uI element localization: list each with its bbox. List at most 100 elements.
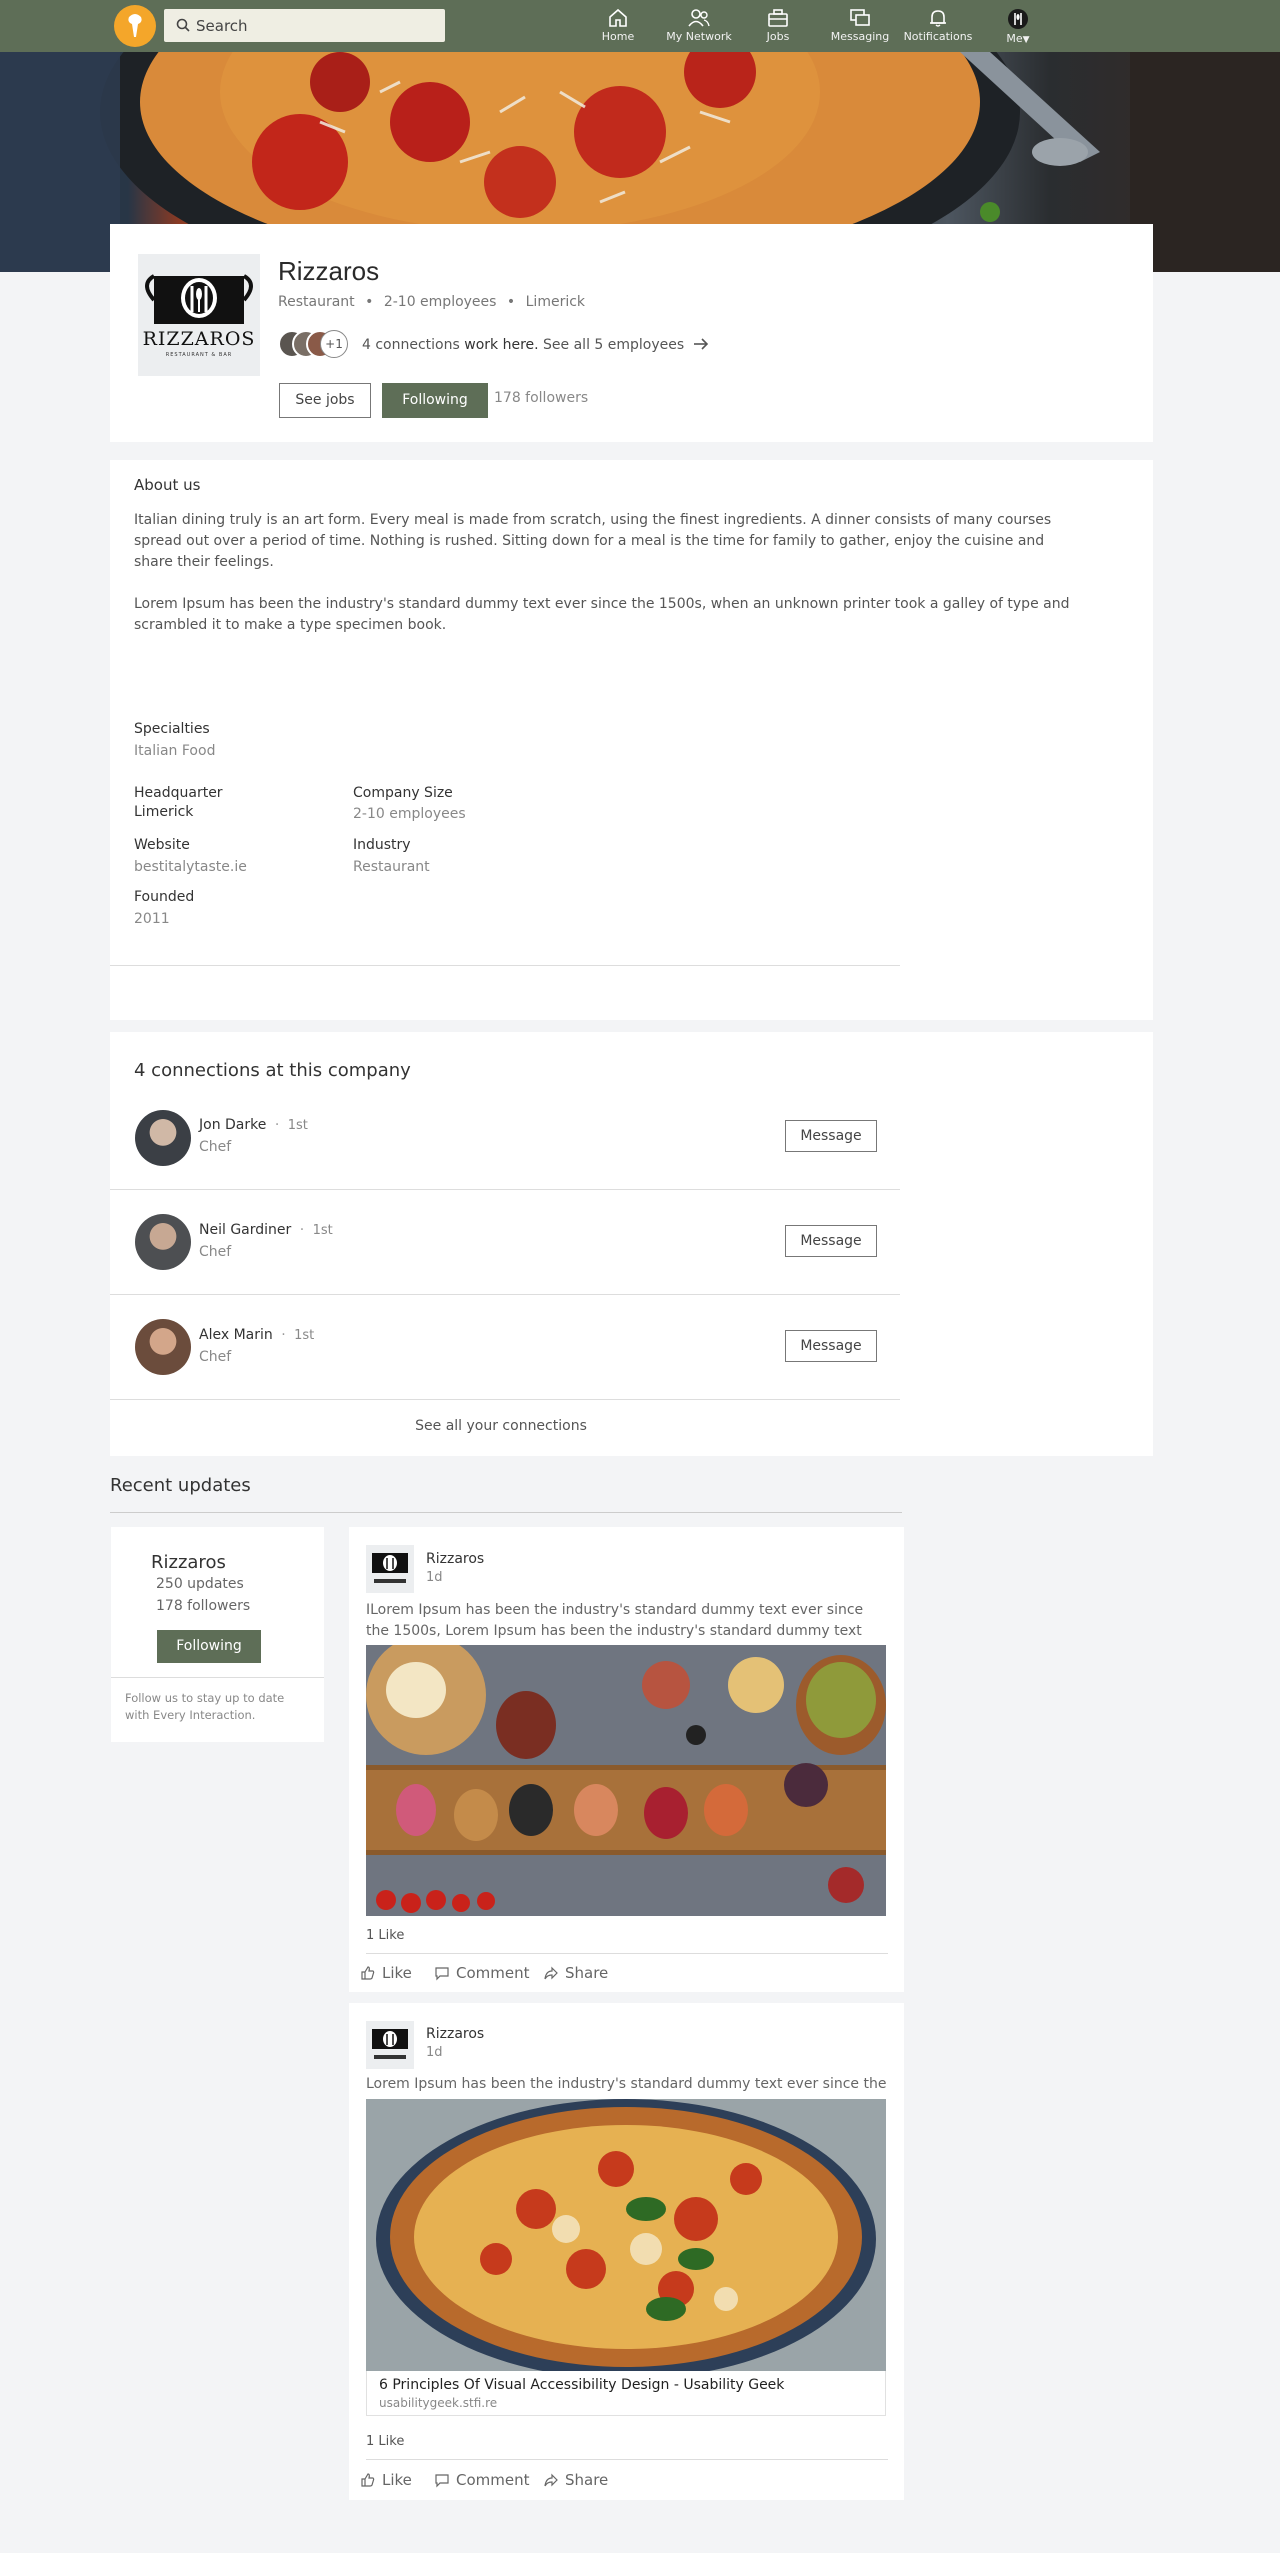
company-type: Restaurant [278,294,355,310]
home-icon [609,8,627,27]
nav-my-network-label: My Network [666,30,732,43]
message-button[interactable]: Message [785,1225,877,1257]
nav-me-label: Me▼ [1006,32,1030,45]
divider [110,1189,900,1190]
connection-name-line[interactable]: Neil Gardiner · 1st [199,1222,333,1238]
connection-role: Chef [199,1139,232,1155]
connections-title: 4 connections at this company [134,1060,411,1081]
search-input[interactable]: Search [196,17,248,35]
connection-avatars[interactable]: +1 [278,330,358,358]
see-all-connections-link[interactable]: See all your connections [110,1418,892,1434]
nav-jobs-label: Jobs [766,30,790,43]
company-name: Rizzaros [278,256,380,286]
comment-button[interactable]: Comment [434,1964,530,1982]
nav-my-network[interactable]: My Network [654,8,744,48]
post-author-logo[interactable] [366,1545,414,1593]
connections-summary[interactable]: 4 connections work here. See all 5 emplo… [362,337,709,353]
nav-home[interactable]: Home [573,8,663,48]
post-image[interactable] [366,1645,886,1916]
company-size-label: Company Size [353,785,453,801]
following-button[interactable]: Following [382,383,488,418]
connection-degree: 1st [287,1118,308,1133]
sidebar-following-button[interactable]: Following [157,1630,261,1663]
industry-label: Industry [353,837,411,853]
post-like-count[interactable]: 1 Like [366,2434,404,2449]
thumbs-up-icon [361,1966,375,1980]
message-button[interactable]: Message [785,1120,877,1152]
connection-role: Chef [199,1244,232,1260]
company-meta: Restaurant • 2-10 employees • Limerick [278,294,586,310]
about-paragraph-1: Italian dining truly is an art form. Eve… [134,512,1052,570]
divider [110,1399,900,1400]
specialties-value: Italian Food [134,743,216,759]
share-button[interactable]: Share [543,1964,608,1982]
search-icon [176,18,190,32]
comment-button[interactable]: Comment [434,2471,530,2489]
link-preview[interactable]: 6 Principles Of Visual Accessibility Des… [366,2371,886,2416]
post-text: Lorem Ipsum has been the industry's stan… [366,2076,887,2092]
see-jobs-button[interactable]: See jobs [279,383,371,418]
divider [110,1294,900,1295]
followers-count: 178 followers [494,390,589,406]
connection-name[interactable]: Jon Darke [199,1117,266,1133]
connection-role: Chef [199,1349,232,1365]
company-location: Limerick [525,294,586,310]
share-icon [544,1966,558,1980]
post-time: 1d [426,2045,443,2060]
nav-messaging-label: Messaging [830,30,890,43]
recent-updates-title: Recent updates [110,1475,251,1496]
see-all-employees-link[interactable]: See all 5 employees [543,337,684,353]
thumbs-up-icon [361,2473,375,2487]
connection-name[interactable]: Alex Marin [199,1327,273,1343]
website-link[interactable]: bestitalytaste.ie [134,859,247,875]
about-title: About us [134,476,201,494]
post-author-name[interactable]: Rizzaros [426,2026,484,2042]
post-author-logo[interactable] [366,2021,414,2069]
connection-name-line[interactable]: Alex Marin · 1st [199,1327,314,1343]
arrow-right-icon [693,338,708,350]
chevron-down-icon: ▼ [1022,35,1030,45]
link-preview-title[interactable]: 6 Principles Of Visual Accessibility Des… [379,2377,784,2393]
app-logo[interactable] [114,5,156,47]
share-icon [544,2473,558,2487]
avatar[interactable] [135,1214,191,1270]
work-here-text: work here. [464,337,539,353]
avatar[interactable] [135,1319,191,1375]
post-like-count[interactable]: 1 Like [366,1928,404,1943]
company-logo-subtext: RESTAURANT & BAR [165,352,233,358]
connection-degree: 1st [294,1328,315,1343]
nav-jobs[interactable]: Jobs [733,8,823,48]
divider [366,1953,888,1954]
post-author-name[interactable]: Rizzaros [426,1551,484,1567]
nav-me[interactable]: Me▼ [973,8,1063,48]
founded-value: 2011 [134,911,170,927]
post-time: 1d [426,1570,443,1585]
comment-icon [435,2474,449,2488]
connection-name-line[interactable]: Jon Darke · 1st [199,1117,308,1133]
avatar [1008,9,1028,29]
nav-messaging[interactable]: Messaging [815,8,905,48]
headquarter-label: Headquarter [134,785,223,801]
connections-count: 4 connections [362,337,460,353]
network-icon [688,9,710,27]
website-label: Website [134,837,190,853]
message-button[interactable]: Message [785,1330,877,1362]
post-image[interactable] [366,2099,886,2371]
sidebar-followers-count: 178 followers [156,1598,251,1614]
like-button[interactable]: Like [360,2471,412,2489]
company-size: 2-10 employees [383,294,497,310]
divider [111,1677,324,1678]
search-bar[interactable]: Search [164,9,445,42]
connection-name[interactable]: Neil Gardiner [199,1222,291,1238]
nav-notifications-label: Notifications [903,30,973,43]
like-button[interactable]: Like [360,1964,412,1982]
company-header-card [110,224,1153,442]
headquarter-value: Limerick [134,804,194,820]
share-button[interactable]: Share [543,2471,608,2489]
nav-notifications[interactable]: Notifications [893,8,983,48]
extra-connections-badge: +1 [320,330,348,358]
company-size-value: 2-10 employees [353,806,466,822]
company-logo-wordmark: RIZZAROS [142,328,256,350]
avatar[interactable] [135,1110,191,1166]
sidebar-company-name[interactable]: Rizzaros [151,1552,226,1573]
